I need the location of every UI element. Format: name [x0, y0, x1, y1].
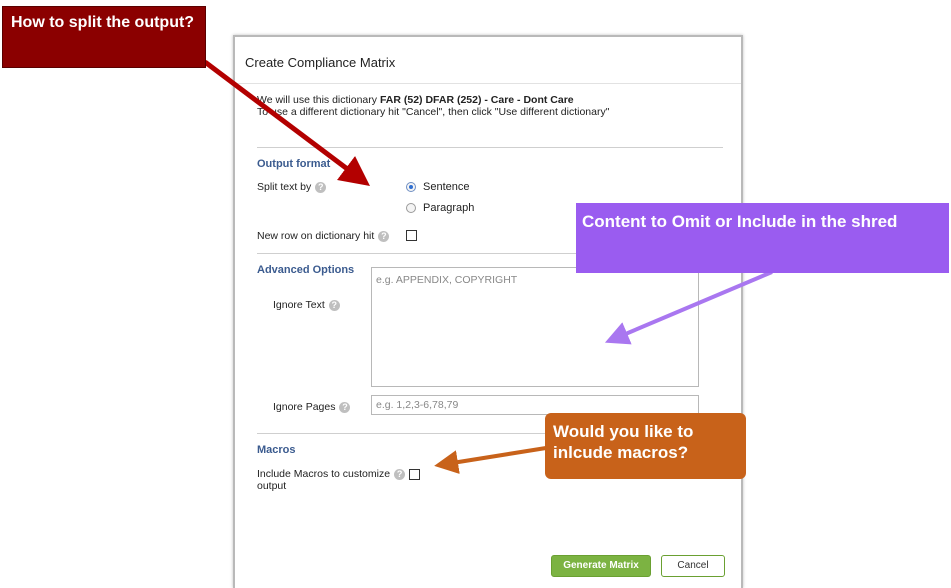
omit-arrow	[604, 270, 773, 345]
macros-arrow	[434, 446, 547, 474]
include-macros-callout: Would you like to inlcude macros?	[545, 413, 746, 479]
split-arrow	[203, 60, 370, 187]
split-output-callout: How to split the output?	[2, 6, 206, 68]
callout-arrows	[203, 60, 773, 474]
omit-content-callout: Content to Omit or Include in the shred	[576, 203, 949, 273]
